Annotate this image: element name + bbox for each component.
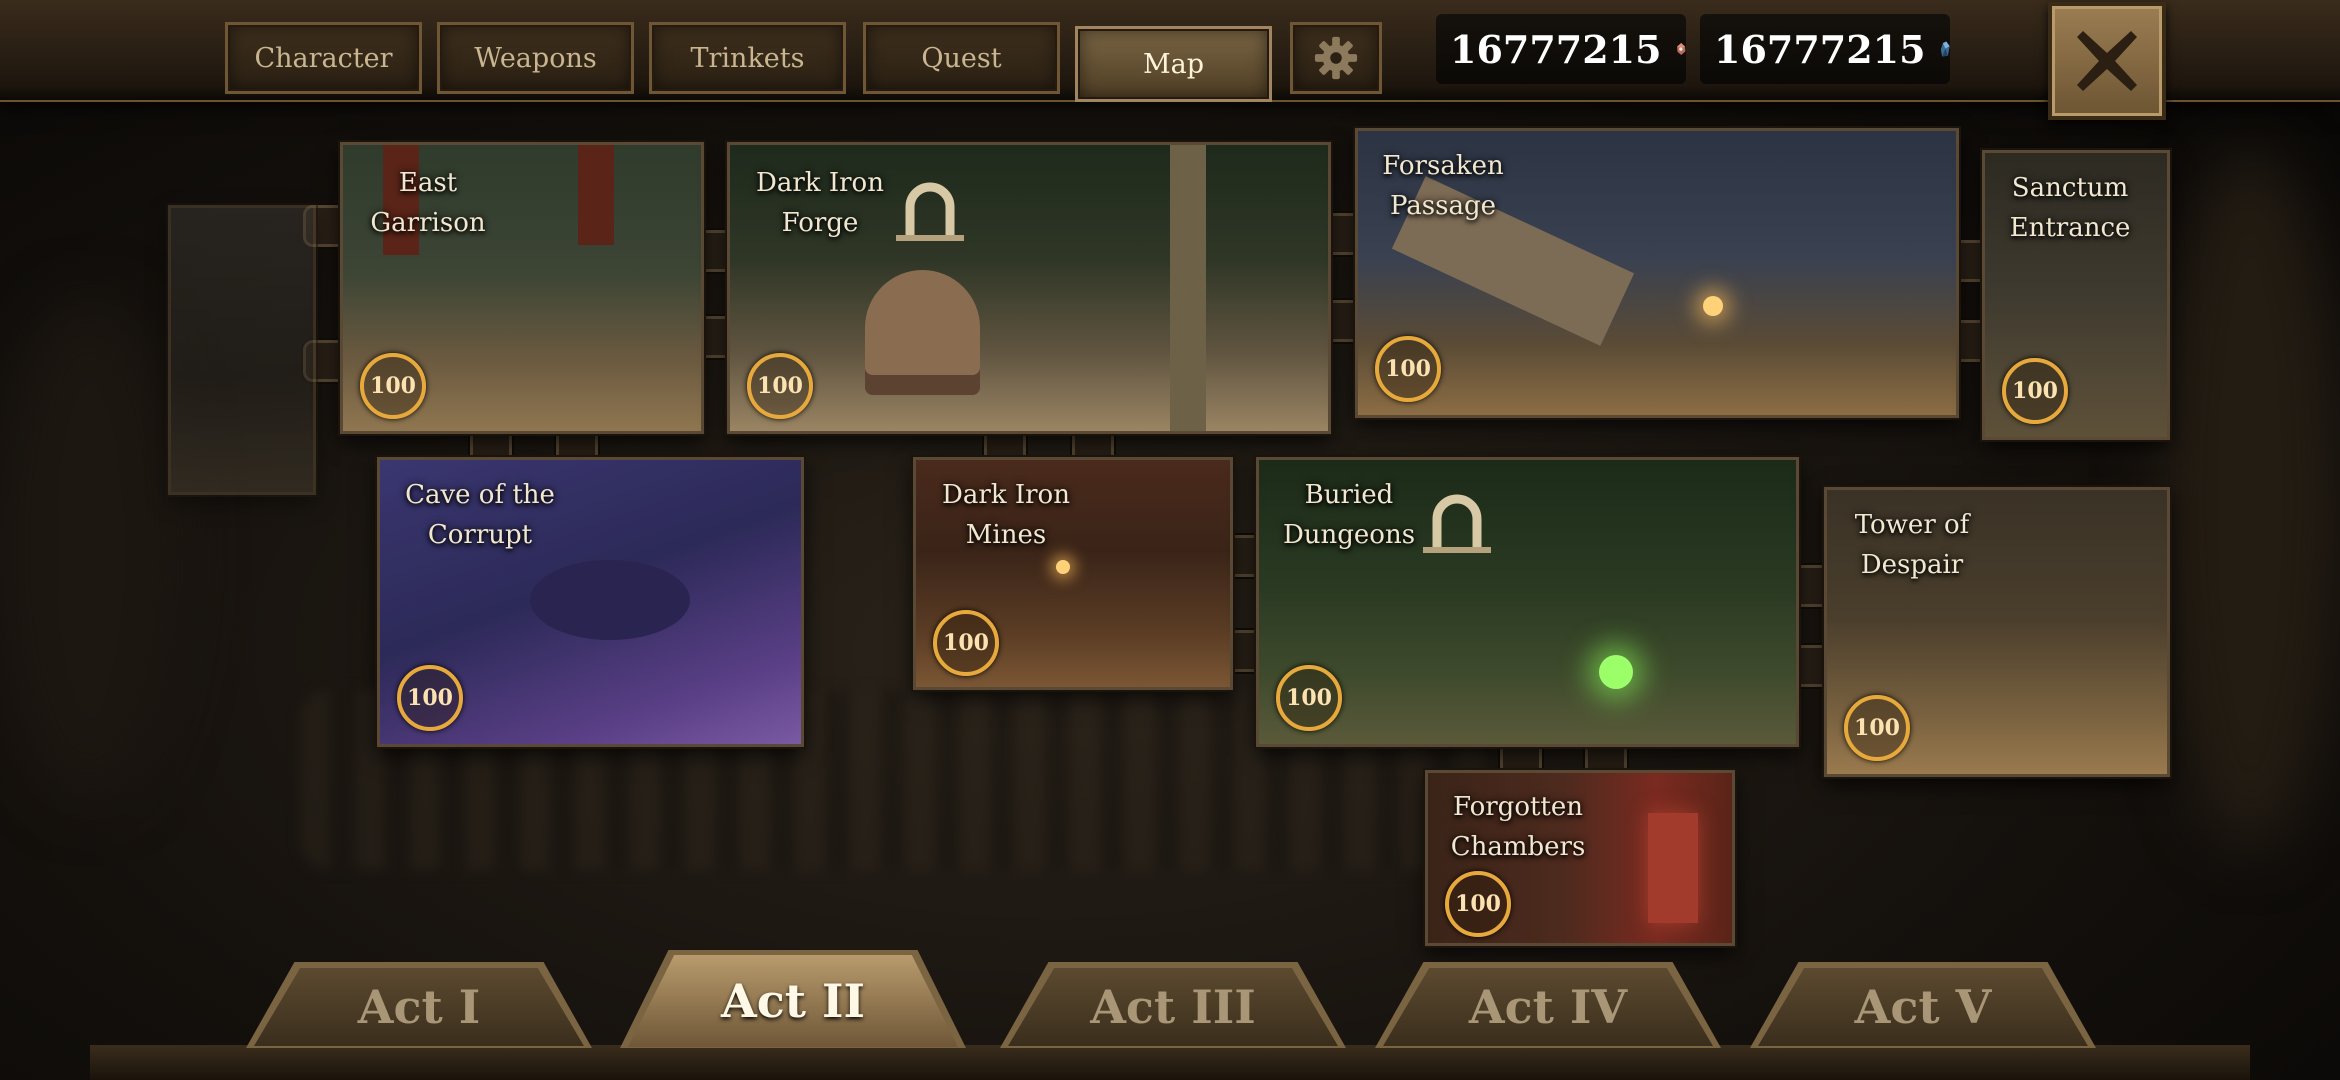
map-tile-sanctum-entrance[interactable]: Sanctum Entrance 100 xyxy=(1982,150,2170,440)
soul-currency-amount: 16777215 xyxy=(1450,26,1662,72)
scene-glow xyxy=(1599,655,1633,689)
tab-label: Weapons xyxy=(474,42,597,74)
score-badge: 100 xyxy=(2002,358,2068,424)
close-button[interactable] xyxy=(2048,2,2166,120)
close-icon xyxy=(2077,31,2137,91)
tab-quest[interactable]: Quest xyxy=(863,22,1060,94)
score-badge: 100 xyxy=(933,610,999,676)
scene-lamp xyxy=(1703,296,1723,316)
soul-gem-icon xyxy=(1676,43,1685,55)
tile-title: Cave of the Corrupt xyxy=(405,480,555,550)
settings-button[interactable] xyxy=(1290,22,1382,94)
act-tab-5[interactable]: Act V xyxy=(1758,968,2088,1046)
score-badge: 100 xyxy=(1445,871,1511,937)
map-tile-forgotten-chambers[interactable]: Forgotten Chambers 100 xyxy=(1425,770,1735,946)
act-bar xyxy=(90,1045,2250,1080)
act-tab-1[interactable]: Act I xyxy=(254,968,584,1046)
tile-title: Sanctum Entrance xyxy=(2009,173,2131,243)
tile-title: Tower of Despair xyxy=(1854,510,1970,580)
crystal-currency-amount: 16777215 xyxy=(1714,26,1926,72)
tab-label: Map xyxy=(1142,48,1205,80)
score-badge: 100 xyxy=(360,353,426,419)
scene-image xyxy=(171,208,313,492)
tile-title: Dark Iron Forge xyxy=(756,168,884,238)
tile-title: Forsaken Passage xyxy=(1382,151,1504,221)
tile-title: Dark Iron Mines xyxy=(942,480,1070,550)
act-tab-4[interactable]: Act IV xyxy=(1383,968,1713,1046)
act-tab-2[interactable]: Act II xyxy=(628,955,958,1047)
tab-character[interactable]: Character xyxy=(225,22,422,94)
tab-label: Character xyxy=(254,42,393,74)
score-badge: 100 xyxy=(1844,695,1910,761)
map-tile-east-garrison[interactable]: East Garrison 100 xyxy=(340,142,704,434)
scene-pillar xyxy=(1170,145,1206,431)
tile-title: Buried Dungeons xyxy=(1282,480,1416,550)
tile-title: Forgotten Chambers xyxy=(1450,792,1586,862)
score-badge: 100 xyxy=(1276,665,1342,731)
map-tile-tower-of-despair[interactable]: Tower of Despair 100 xyxy=(1824,487,2170,777)
scene-creature xyxy=(530,560,690,640)
horseshoe-arch-icon xyxy=(896,182,964,241)
tab-label: Quest xyxy=(921,42,1002,74)
background-glow xyxy=(2160,150,2340,850)
blue-crystal-icon xyxy=(1940,41,1950,57)
tab-trinkets[interactable]: Trinkets xyxy=(649,22,846,94)
score-badge: 100 xyxy=(1375,336,1441,402)
tab-label: Trinkets xyxy=(690,42,805,74)
tab-map[interactable]: Map xyxy=(1075,26,1272,102)
map-tile-forsaken-passage[interactable]: Forsaken Passage 100 xyxy=(1355,128,1959,418)
tile-title: East Garrison xyxy=(370,168,486,238)
crystal-currency: 16777215 xyxy=(1700,14,1950,84)
tab-weapons[interactable]: Weapons xyxy=(437,22,634,94)
scene-doorway xyxy=(1648,813,1698,923)
score-badge: 100 xyxy=(397,665,463,731)
background-glow xyxy=(0,300,180,800)
scene-lamp xyxy=(1056,560,1070,574)
map-tile-dark-iron-forge[interactable]: Dark Iron Forge 100 xyxy=(727,142,1331,434)
map-tile-dark-iron-mines[interactable]: Dark Iron Mines 100 xyxy=(913,457,1233,690)
soul-currency: 16777215 xyxy=(1436,14,1686,84)
gear-icon xyxy=(1314,36,1358,80)
map-tile-buried-dungeons[interactable]: Buried Dungeons 100 xyxy=(1256,457,1799,747)
map-tile-locked xyxy=(168,205,316,495)
scene-banner xyxy=(578,145,614,245)
map-tile-cave-of-the-corrupt[interactable]: Cave of the Corrupt 100 xyxy=(377,457,804,747)
scene-furnace xyxy=(865,270,980,395)
act-tab-3[interactable]: Act III xyxy=(1008,968,1338,1046)
score-badge: 100 xyxy=(747,353,813,419)
